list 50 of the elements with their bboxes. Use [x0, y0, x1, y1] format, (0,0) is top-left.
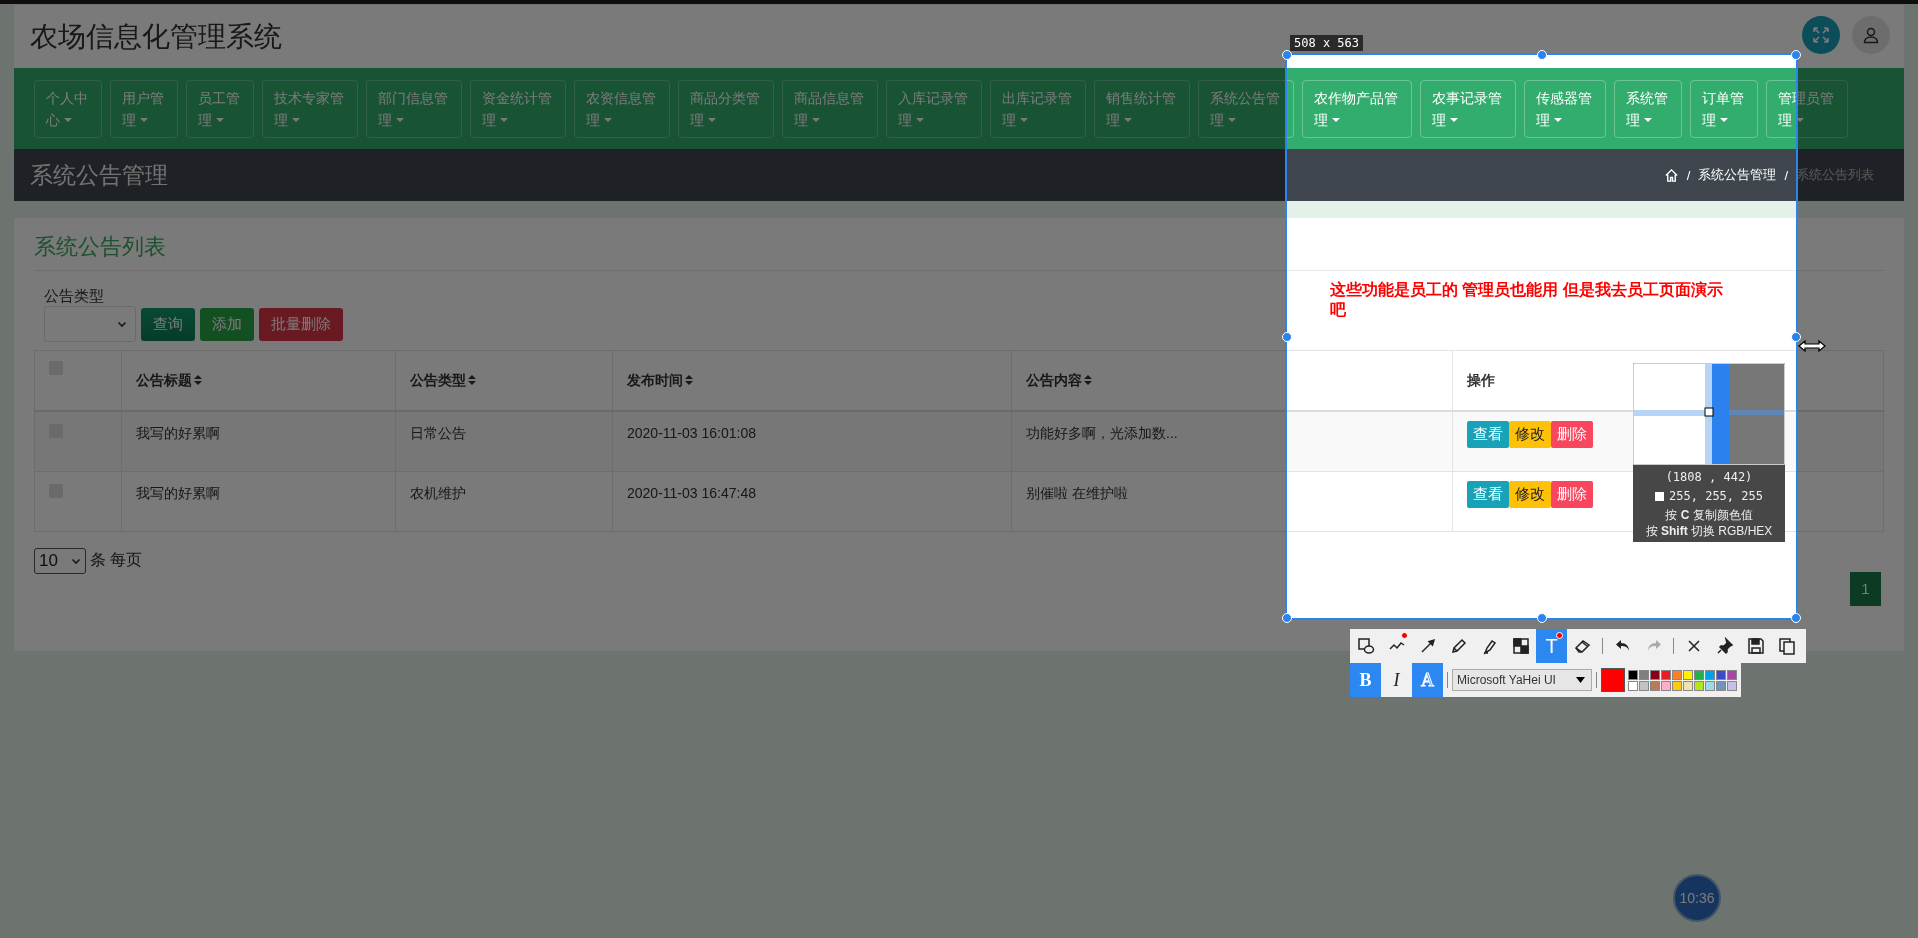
- nav-menu-item[interactable]: 入库记录管理: [886, 80, 982, 138]
- page-button[interactable]: 1: [1850, 571, 1881, 606]
- shortcut-hint: 按 C 复制颜色值: [1664, 507, 1754, 523]
- nav-menu-item[interactable]: 系统公告管理: [1198, 80, 1294, 138]
- cursor-coordinates: (1808 , 442): [1664, 469, 1754, 485]
- delete-button[interactable]: 批量删除: [259, 307, 343, 341]
- font-dropdown[interactable]: Microsoft YaHei UI: [1452, 669, 1592, 691]
- nav-menu-item[interactable]: 商品分类管理: [678, 80, 774, 138]
- query-button[interactable]: 查询: [141, 307, 195, 341]
- color-value: 255, 255, 255: [1669, 488, 1763, 504]
- view-button[interactable]: 查看: [1467, 480, 1509, 508]
- nav-menu-item[interactable]: 农作物产品管理: [1302, 80, 1412, 138]
- nav-menu-item[interactable]: 部门信息管理: [366, 80, 462, 138]
- nav-menu-item[interactable]: 个人中心: [34, 80, 102, 138]
- page-size-select[interactable]: 10: [34, 547, 86, 574]
- delete-button[interactable]: 删除: [1551, 421, 1593, 448]
- nav-menu-item[interactable]: 技术专家管理: [262, 80, 358, 138]
- breadcrumb-separator: /: [1784, 167, 1788, 183]
- shortcut-hint: 按 Shift 切换 RGB/HEX: [1644, 523, 1774, 539]
- nav-menu-item[interactable]: 商品信息管理: [782, 80, 878, 138]
- nav-menu-item[interactable]: 传感器管理: [1524, 80, 1606, 138]
- italic-button[interactable]: I: [1381, 663, 1412, 697]
- annotation-text: 这些功能是员工的 管理员也能用 但是我去员工页面演示吧: [1330, 280, 1724, 320]
- nav-menu-item[interactable]: 农资信息管理: [574, 80, 670, 138]
- nav-menu-item[interactable]: 订单管理: [1690, 80, 1758, 138]
- edit-button[interactable]: 修改: [1509, 421, 1551, 448]
- view-button[interactable]: 查看: [1467, 421, 1509, 448]
- add-button[interactable]: 添加: [200, 307, 254, 341]
- bold-button[interactable]: B: [1350, 663, 1381, 697]
- nav-menu-item[interactable]: 农事记录管理: [1420, 80, 1516, 138]
- filter-label: 公告类型: [44, 287, 104, 306]
- nav-menu-item[interactable]: 员工管理: [186, 80, 254, 138]
- text-tool-button[interactable]: T: [1536, 629, 1567, 663]
- page-size-label: 条 每页: [90, 550, 143, 570]
- nav-menu-item[interactable]: 用户管理: [110, 80, 178, 138]
- nav-menu-item[interactable]: 资金统计管理: [470, 80, 566, 138]
- site-title: 农场信息化管理系统: [30, 19, 282, 54]
- size-label: 508 x 563: [1290, 35, 1364, 51]
- breadcrumb-link[interactable]: 系统公告管理: [1698, 166, 1777, 184]
- page-title: 系统公告管理: [30, 160, 168, 190]
- breadcrumb-separator: /: [1686, 167, 1691, 183]
- breadcrumb-current: 系统公告列表: [1796, 166, 1874, 184]
- nav-menu-item[interactable]: 销售统计管理: [1094, 80, 1190, 138]
- card-title: 系统公告列表: [34, 230, 1884, 271]
- delete-button[interactable]: 删除: [1551, 480, 1593, 508]
- nav-menu-item[interactable]: 系统管理: [1614, 80, 1682, 138]
- clock-widget[interactable]: 10:36: [1673, 874, 1721, 922]
- outline-text-button[interactable]: A: [1412, 663, 1443, 697]
- nav-menu-item[interactable]: 出库记录管理: [990, 80, 1086, 138]
- edit-button[interactable]: 修改: [1509, 480, 1551, 508]
